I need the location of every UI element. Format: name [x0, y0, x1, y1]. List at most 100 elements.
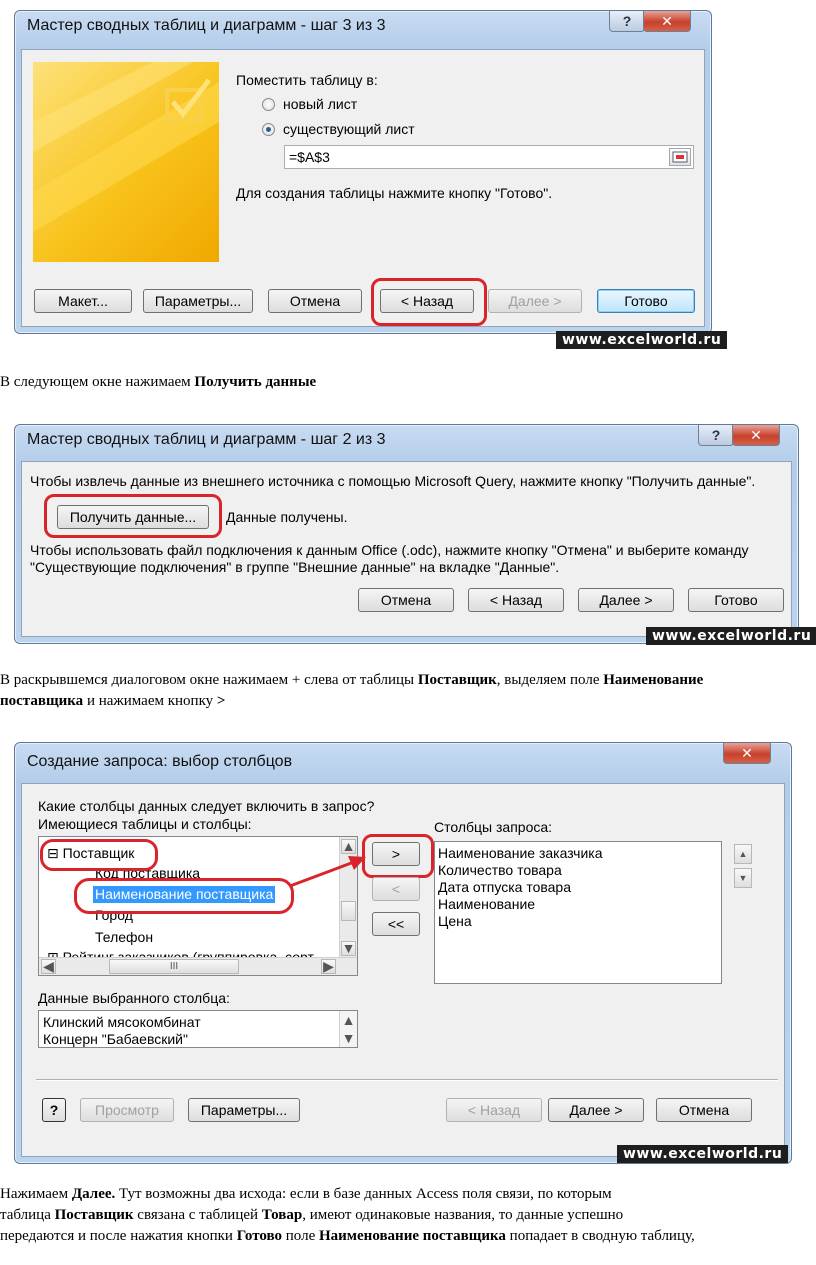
scroll-down-arrow[interactable]: ▼ [341, 940, 356, 956]
emphasis-supplier: Поставщик [54, 1207, 134, 1223]
scroll-up-arrow[interactable]: ▲ [341, 838, 356, 854]
instruction-text: Тут возможны два исхода: если в базе дан… [115, 1186, 612, 1202]
vertical-scrollbar[interactable]: ▲ ▼ [339, 1011, 357, 1047]
move-up-icon[interactable]: ▲ [734, 844, 752, 864]
cancel-button[interactable]: Отмена [656, 1098, 752, 1122]
instruction-line: В раскрывшемся диалоговом окне нажимаем … [0, 670, 816, 691]
emphasis-supplier-word: поставщика [0, 693, 84, 709]
location-value: =$A$3 [289, 149, 330, 165]
options-button[interactable]: Параметры... [188, 1098, 300, 1122]
wizard-illustration [33, 62, 219, 262]
query-column-item[interactable]: Дата отпуска товара [438, 879, 718, 896]
query-columns-label: Столбцы запроса: [434, 819, 553, 835]
highlight-supplier-node [40, 839, 158, 871]
next-button[interactable]: Далее > [488, 289, 582, 313]
instruction-text: , имеют одинаковые названия, то данные у… [302, 1207, 624, 1223]
help-icon[interactable]: ? [609, 11, 645, 32]
help-button[interactable]: ? [42, 1098, 66, 1122]
odc-text-line2: "Существующие подключения" в группе "Вне… [30, 559, 560, 575]
radio-existing-sheet[interactable] [262, 123, 275, 136]
highlight-supplier-name [74, 878, 294, 914]
question-label: Какие столбцы данных следует включить в … [38, 798, 375, 814]
separator [36, 1079, 778, 1081]
data-received-text: Данные получены. [226, 509, 348, 525]
range-picker-icon[interactable] [669, 148, 691, 166]
instruction-text-2: В раскрывшемся диалоговом окне нажимаем … [0, 670, 816, 712]
emphasis-product: Товар [261, 1207, 303, 1223]
scroll-up-arrow[interactable]: ▲ [341, 1012, 356, 1028]
instruction-text: поле [282, 1228, 319, 1244]
scroll-left-arrow[interactable]: ◀ [41, 958, 56, 974]
emphasis-name: Наименование [603, 672, 704, 688]
next-button[interactable]: Далее > [578, 588, 674, 612]
preview-button[interactable]: Просмотр [80, 1098, 174, 1122]
place-table-label: Поместить таблицу в: [236, 72, 378, 88]
instruction-line: передаются и после нажатия кнопки Готово… [0, 1226, 816, 1247]
radio-new-sheet-label[interactable]: новый лист [283, 96, 357, 112]
wizard-graphic [33, 62, 219, 232]
tree-item[interactable]: Телефон [95, 929, 153, 946]
dialog-title: Мастер сводных таблиц и диаграмм - шаг 3… [27, 17, 386, 34]
cancel-button[interactable]: Отмена [358, 588, 454, 612]
instruction-text: , выделяем поле [496, 672, 604, 688]
emphasis-next: Далее. [71, 1186, 116, 1202]
finish-button[interactable]: Готово [688, 588, 784, 612]
hscroll-thumb[interactable]: III [109, 959, 239, 974]
back-button[interactable]: < Назад [446, 1098, 542, 1122]
vertical-scrollbar[interactable]: ▲ ▼ [339, 837, 357, 959]
emphasis-arrow-button: > [216, 693, 226, 709]
query-column-item[interactable]: Наименование [438, 896, 718, 913]
help-icon: ? [49, 1102, 59, 1118]
query-columns-list[interactable]: Наименование заказчика Количество товара… [434, 841, 722, 984]
remove-all-columns-button[interactable]: << [372, 912, 420, 936]
instruction-text: и нажимаем кнопку [83, 693, 217, 709]
watermark: www.excelworld.ru [556, 331, 728, 349]
close-icon[interactable]: ✕ [732, 425, 780, 446]
instruction-text-3: Нажимаем Далее. Тут возможны два исхода:… [0, 1184, 816, 1247]
hscroll-grip: III [169, 961, 179, 972]
query-column-item[interactable]: Цена [438, 913, 718, 930]
cancel-button[interactable]: Отмена [268, 289, 362, 313]
next-button[interactable]: Далее > [548, 1098, 644, 1122]
horizontal-scrollbar[interactable]: ◀ III ▶ [39, 957, 357, 975]
query-column-item[interactable]: Количество товара [438, 862, 718, 879]
options-button[interactable]: Параметры... [143, 289, 253, 313]
close-icon[interactable]: ✕ [643, 11, 691, 32]
instruction-line: поставщика и нажимаем кнопку > [0, 691, 816, 712]
remove-column-button[interactable]: < [372, 877, 420, 901]
instruction-text: В раскрывшемся диалоговом окне нажимаем … [0, 672, 418, 688]
back-button[interactable]: < Назад [468, 588, 564, 612]
finish-button[interactable]: Готово [597, 289, 695, 313]
move-down-icon[interactable]: ▼ [734, 868, 752, 888]
close-icon[interactable]: ✕ [723, 743, 771, 764]
available-tables-label: Имеющиеся таблицы и столбцы: [38, 816, 252, 832]
location-input[interactable]: =$A$3 [284, 145, 694, 169]
instruction-text: попадает в сводную таблицу, [505, 1228, 695, 1244]
radio-new-sheet[interactable] [262, 98, 275, 111]
highlight-back-button [371, 278, 487, 326]
selected-data-item[interactable]: Концерн "Бабаевский" [43, 1031, 353, 1047]
radio-existing-sheet-label[interactable]: существующий лист [283, 121, 415, 137]
instruction-text: Нажимаем [0, 1186, 72, 1202]
help-icon[interactable]: ? [698, 425, 734, 446]
layout-button[interactable]: Макет... [34, 289, 132, 313]
emphasis-supplier: Поставщик [417, 672, 497, 688]
highlight-add-column-button [362, 834, 434, 878]
selected-data-item[interactable]: Клинский мясокомбинат [43, 1014, 353, 1031]
instruction-line: таблица Поставщик связана с таблицей Тов… [0, 1205, 816, 1226]
scroll-thumb[interactable] [341, 901, 356, 921]
instruction-text: В следующем окне нажимаем [0, 374, 195, 390]
finish-hint: Для создания таблицы нажмите кнопку "Гот… [236, 185, 553, 201]
scroll-down-arrow[interactable]: ▼ [341, 1030, 356, 1046]
instruction-line: Нажимаем Далее. Тут возможны два исхода:… [0, 1184, 816, 1205]
scroll-right-arrow[interactable]: ▶ [321, 958, 336, 974]
instruction-text: передаются и после нажатия кнопки [0, 1228, 237, 1244]
emphasis-get-data: Получить данные [194, 374, 317, 390]
emphasis-finish: Готово [236, 1228, 283, 1244]
instruction-text: связана с таблицей [133, 1207, 262, 1223]
watermark: www.excelworld.ru [646, 627, 816, 645]
instruction-text: таблица [0, 1207, 55, 1223]
selected-data-list[interactable]: Клинский мясокомбинат Концерн "Бабаевски… [38, 1010, 358, 1048]
query-column-item[interactable]: Наименование заказчика [438, 845, 718, 862]
emphasis-supplier-name: Наименование поставщика [319, 1228, 506, 1244]
